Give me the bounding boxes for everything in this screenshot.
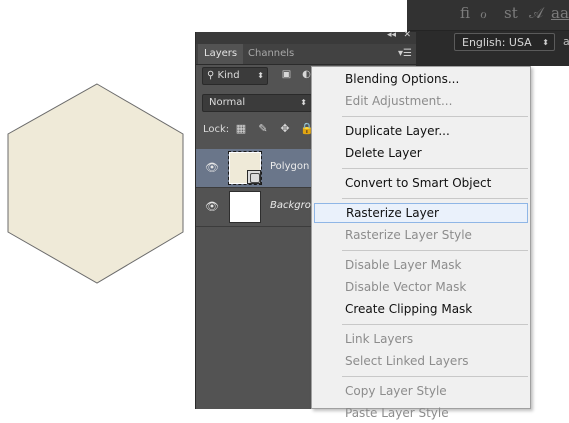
filter-kind-value: Kind — [217, 70, 240, 81]
panel-tabs: Layers Channels ▾☰ — [196, 44, 416, 65]
visibility-eye-icon[interactable]: 👁 — [205, 161, 219, 175]
menu-item-convert-to-smart-object[interactable]: Convert to Smart Object — [314, 173, 528, 193]
panel-title-bar: ◂◂ ✕ — [196, 30, 416, 44]
close-icon[interactable]: ✕ — [403, 30, 411, 40]
menu-item-rasterize-layer-style[interactable]: Rasterize Layer Style — [314, 225, 528, 245]
layer-thumbnail — [229, 191, 261, 223]
polygon-shape[interactable] — [0, 80, 190, 290]
menu-item-copy-layer-style[interactable]: Copy Layer Style — [314, 381, 528, 401]
titling-glyph[interactable]: aa — [551, 4, 569, 22]
tab-channels[interactable]: Channels — [242, 44, 300, 64]
old-style-glyph[interactable]: ℴ — [480, 4, 487, 22]
updown-arrow-icon: ⬍ — [542, 38, 549, 47]
lock-image-pixels-icon[interactable]: ✎ — [256, 122, 270, 136]
menu-separator — [342, 324, 528, 325]
menu-item-duplicate-layer[interactable]: Duplicate Layer... — [314, 121, 528, 141]
menu-item-disable-layer-mask[interactable]: Disable Layer Mask — [314, 255, 528, 275]
lock-label: Lock: — [203, 124, 230, 135]
language-value: English: USA — [462, 36, 532, 49]
search-icon: ⚲ — [207, 70, 215, 81]
panel-menu-icon[interactable]: ▾☰ — [398, 48, 412, 59]
menu-item-disable-vector-mask[interactable]: Disable Vector Mask — [314, 277, 528, 297]
menu-separator — [342, 198, 528, 199]
menu-item-create-clipping-mask[interactable]: Create Clipping Mask — [314, 299, 528, 319]
opentype-glyph-row: fi ℴ st 𝒜 aa — [407, 0, 569, 31]
blend-mode-value: Normal — [209, 97, 246, 108]
filter-kind-select[interactable]: ⚲ Kind ⬍ — [202, 67, 268, 85]
menu-item-link-layers[interactable]: Link Layers — [314, 329, 528, 349]
layer-context-menu: Blending Options... Edit Adjustment... D… — [311, 66, 531, 420]
ligature-fi-glyph[interactable]: fi — [460, 4, 470, 22]
language-select[interactable]: English: USA ⬍ — [454, 33, 555, 51]
tab-layers[interactable]: Layers — [198, 44, 244, 64]
menu-item-paste-layer-style[interactable]: Paste Layer Style — [314, 403, 528, 423]
pixel-filter-icon[interactable]: ▣ — [280, 68, 293, 81]
menu-separator — [342, 116, 528, 117]
menu-item-select-linked-layers[interactable]: Select Linked Layers — [314, 351, 528, 371]
collapse-icon[interactable]: ◂◂ — [387, 30, 396, 40]
menu-separator — [342, 376, 528, 377]
menu-separator — [342, 168, 528, 169]
updown-arrow-icon: ⬍ — [257, 71, 264, 80]
vector-mask-icon — [247, 170, 261, 184]
discretionary-ligature-glyph[interactable]: st — [504, 4, 518, 22]
menu-item-rasterize-layer[interactable]: Rasterize Layer — [314, 203, 528, 223]
lock-position-icon[interactable]: ✥ — [278, 122, 292, 136]
updown-arrow-icon: ⬍ — [300, 98, 307, 107]
menu-item-delete-layer[interactable]: Delete Layer — [314, 143, 528, 163]
menu-item-blending-options[interactable]: Blending Options... — [314, 69, 528, 89]
anti-alias-label: a — [563, 35, 569, 48]
swash-glyph[interactable]: 𝒜 — [529, 4, 543, 22]
menu-item-edit-adjustment[interactable]: Edit Adjustment... — [314, 91, 528, 111]
lock-transparency-icon[interactable]: ▦ — [234, 122, 248, 136]
character-panel: fi ℴ st 𝒜 aa English: USA ⬍ a — [407, 0, 569, 66]
visibility-eye-icon[interactable]: 👁 — [205, 200, 219, 214]
blend-mode-select[interactable]: Normal ⬍ — [202, 94, 312, 112]
menu-separator — [342, 250, 528, 251]
